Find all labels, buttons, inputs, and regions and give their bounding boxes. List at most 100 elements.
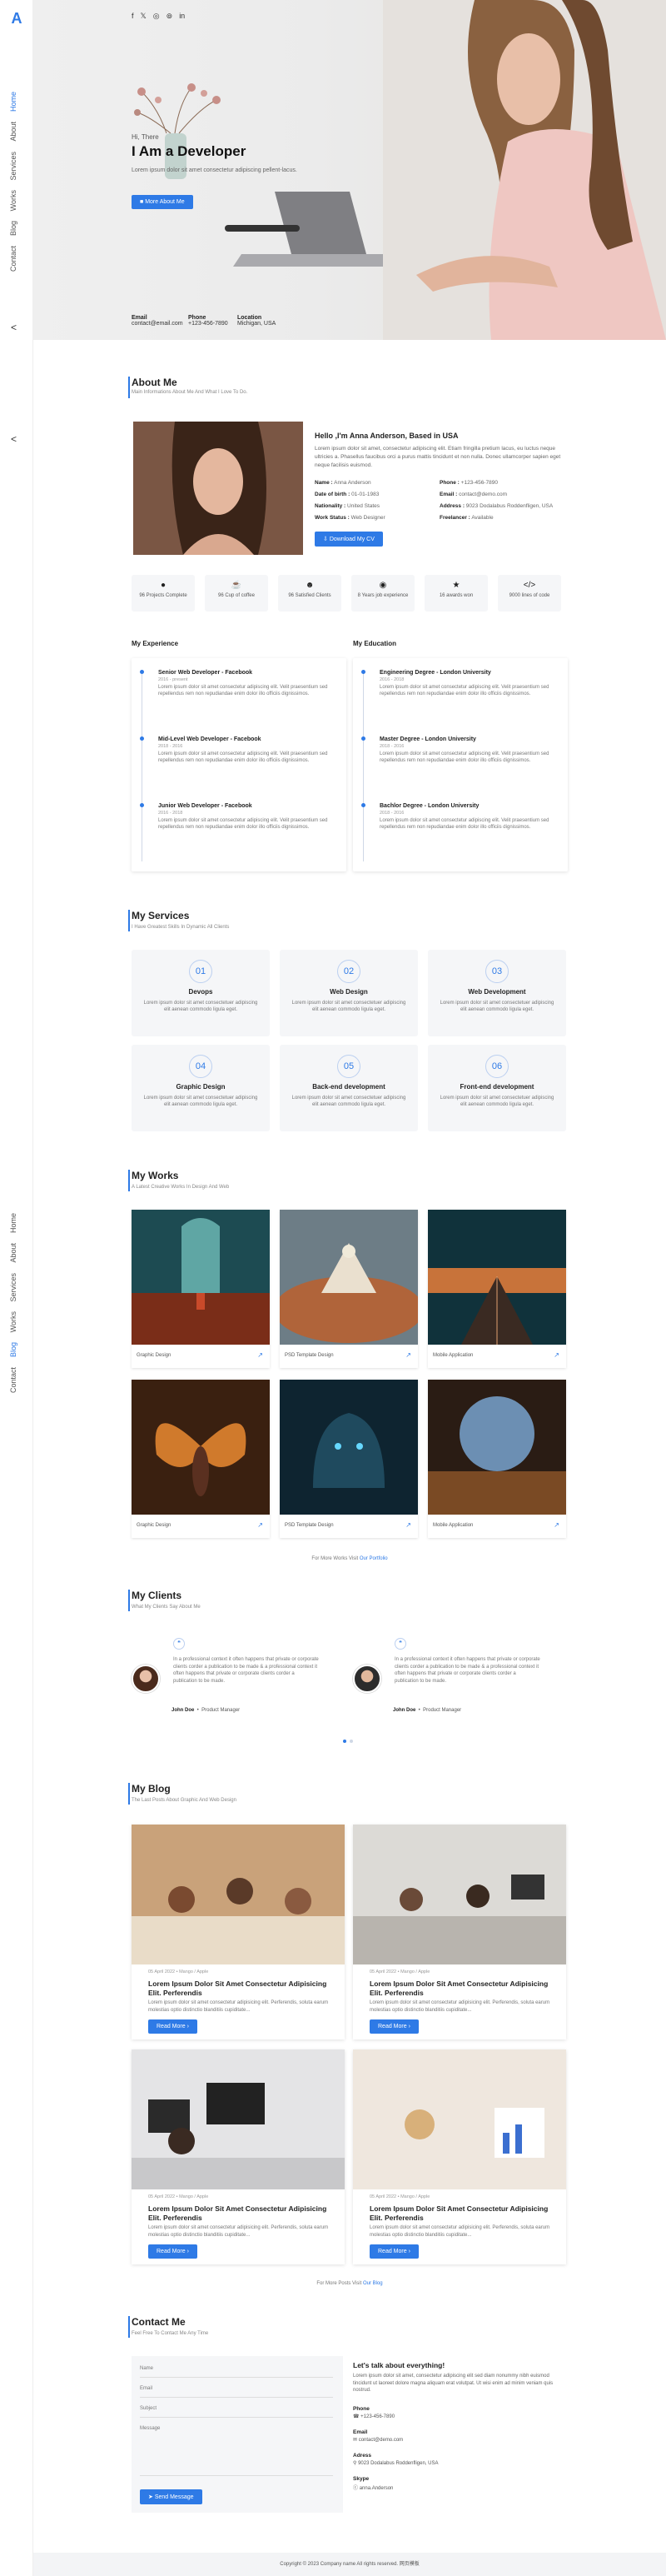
info-email: Email : contact@demo.com [440, 492, 508, 497]
info-work-status: Work Status : Web Designer [315, 515, 385, 521]
download-cv-button[interactable]: ⇩ Download My CV [315, 532, 383, 547]
about-subtitle: Main Informations About Me And What I Lo… [132, 390, 248, 395]
service-card: 05 Back-end development Lorem ipsum dolor … [280, 1045, 418, 1131]
work-card[interactable]: PSD Template Design ↗ [274, 1210, 424, 1368]
nav-works[interactable]: Works [9, 1311, 17, 1332]
quote-icon: ❝ [395, 1638, 406, 1650]
subject-field[interactable]: Subject [140, 2403, 333, 2418]
blog-subtitle: The Last Posts About Graphic And Web Des… [132, 1798, 236, 1803]
profile-photo [133, 422, 303, 555]
logo[interactable]: A [8, 10, 25, 27]
carousel-dots [343, 1740, 353, 1743]
experience-item: Mid-Level Web Developer - Facebook 2018 -… [158, 736, 328, 764]
nav-contact[interactable]: Contact [9, 1367, 17, 1393]
experience-timeline: Senior Web Developer - Facebook 2016 - pr… [132, 658, 346, 871]
message-field[interactable]: Message [140, 2423, 333, 2476]
experience-item: Senior Web Developer - Facebook 2016 - pr… [158, 670, 328, 697]
social-links: f 𝕏 ◎ ⊚ in [132, 12, 185, 21]
clients-subtitle: What My Clients Say About Me [132, 1605, 201, 1610]
read-more-button[interactable]: Read More › [148, 2244, 197, 2259]
external-link-icon: ↗ [554, 1521, 559, 1529]
linkedin-icon[interactable]: in [179, 12, 185, 21]
info-nationality: Nationality : United States [315, 503, 380, 509]
nav-services[interactable]: Services [9, 1273, 17, 1302]
stat-coffee: ☕ 96 Cup of coffee [205, 575, 268, 612]
about-title: About Me [128, 377, 177, 398]
contact-heading: Let's talk about everything! [353, 2361, 445, 2369]
twitter-icon[interactable]: 𝕏 [141, 12, 147, 21]
nav-home[interactable]: Home [9, 92, 17, 112]
nav-about[interactable]: About [9, 122, 17, 142]
hero-description: Lorem ipsum dolor sit amet consectetur a… [132, 167, 297, 173]
portfolio-link[interactable]: Our Portfolio [360, 1556, 388, 1561]
footer: Copyright © 2023 Company name All rights… [33, 2553, 666, 2576]
contact-paragraph: Lorem ipsum dolor sit amet, consectetur … [353, 2374, 554, 2394]
hero-location: Location Michigan, USA [237, 315, 276, 327]
avatar [132, 1665, 160, 1693]
quote-icon: ❝ [173, 1638, 185, 1650]
contact-skype: Skype ⓒ anna.Anderson [353, 2476, 394, 2491]
contact-email: Email ✉ contact@demo.com [353, 2429, 404, 2443]
external-link-icon: ↗ [405, 1351, 411, 1359]
more-about-me-button[interactable]: ■ More About Me [132, 195, 193, 209]
external-link-icon: ↗ [405, 1521, 411, 1529]
testimonial-card: ❝ In a professional context it often hap… [353, 1631, 544, 1725]
nav-blog[interactable]: Blog [9, 221, 17, 236]
carousel-dot[interactable] [343, 1740, 346, 1743]
read-more-button[interactable]: Read More › [370, 2019, 419, 2034]
nav-works[interactable]: Works [9, 190, 17, 211]
nav-contact[interactable]: Contact [9, 246, 17, 272]
stat-code: </> 9000 lines of code [498, 575, 561, 612]
blog-link-line: For More Posts Visit Our Blog [316, 2281, 383, 2286]
avatar [353, 1665, 381, 1693]
sidebar: A Home About Services Works Blog Contact… [0, 0, 33, 2576]
nav-home[interactable]: Home [9, 1213, 17, 1233]
contact-phone: Phone ☎ +123-456-7890 [353, 2406, 395, 2419]
blog-card: 05 April 2022 • Mango / Apple Lorem Ipsum… [353, 1825, 566, 2039]
read-more-button[interactable]: Read More › [148, 2019, 197, 2034]
read-more-button[interactable]: Read More › [370, 2244, 419, 2259]
info-freelancer: Freelancer : Available [440, 515, 494, 521]
portfolio-link-line: For More Works Visit Our Portfolio [311, 1556, 388, 1561]
carousel-dot[interactable] [350, 1740, 353, 1743]
share-icon[interactable]: < [11, 433, 17, 445]
blog-link[interactable]: Our Blog [363, 2281, 383, 2286]
work-card[interactable]: PSD Template Design ↗ [280, 1380, 418, 1538]
work-card[interactable]: Graphic Design ↗ [132, 1210, 270, 1368]
blog-card: 05 April 2022 • Mango / Apple Lorem Ipsum… [353, 2049, 566, 2264]
share-icon[interactable]: < [11, 322, 17, 333]
nav-blog[interactable]: Blog [9, 1342, 17, 1357]
work-card[interactable]: Graphic Design ↗ [132, 1380, 270, 1538]
blog-card: 05 April 2022 • Mango / Apple Lorem Ipsum… [132, 2049, 345, 2264]
experience-title: My Experience [132, 640, 179, 647]
experience-item: Junior Web Developer - Facebook 2016 - 20… [158, 803, 328, 831]
hero-section: f 𝕏 ◎ ⊚ in Hi, There I Am a Developer Lo… [33, 0, 666, 340]
work-card[interactable]: Mobile Application ↗ [428, 1380, 566, 1538]
blog-title: My Blog [128, 1783, 171, 1805]
name-field[interactable]: Name [140, 2363, 333, 2378]
work-card[interactable]: Mobile Application ↗ [428, 1210, 566, 1368]
nav-about[interactable]: About [9, 1243, 17, 1263]
education-item: Engineering Degree - London University 20… [380, 670, 549, 697]
skype-icon: ⓒ [353, 2486, 359, 2491]
send-message-button[interactable]: ➤ Send Message [140, 2489, 202, 2504]
info-name: Name : Anna Anderson [315, 480, 371, 486]
stat-clients: ☻ 96 Satisfied Clients [278, 575, 341, 612]
email-field[interactable]: Email [140, 2383, 333, 2398]
education-title: My Education [353, 640, 397, 647]
smile-icon: ☻ [305, 581, 315, 590]
woman-at-laptop-image [383, 0, 666, 340]
nav-services[interactable]: Services [9, 152, 17, 181]
dribbble-icon[interactable]: ⊚ [166, 12, 173, 21]
contact-address: Adress ⚲ 9023 Dodalabus Roddenfligen, USA [353, 2453, 439, 2466]
facebook-icon[interactable]: f [132, 12, 134, 21]
service-card: 06 Front-end development Lorem ipsum dolor… [428, 1045, 566, 1131]
stat-awards: ★ 16 awards won [425, 575, 488, 612]
page: A Home About Services Works Blog Contact… [0, 0, 666, 2576]
hero-email: Email contact@email.com [132, 315, 183, 327]
phone-icon: ☎ [353, 2414, 360, 2419]
instagram-icon[interactable]: ◎ [153, 12, 160, 21]
testimonial-card: ❝ In a professional context it often hap… [132, 1631, 323, 1725]
code-icon: </> [523, 581, 536, 590]
briefcase-icon: ◉ [379, 581, 387, 590]
